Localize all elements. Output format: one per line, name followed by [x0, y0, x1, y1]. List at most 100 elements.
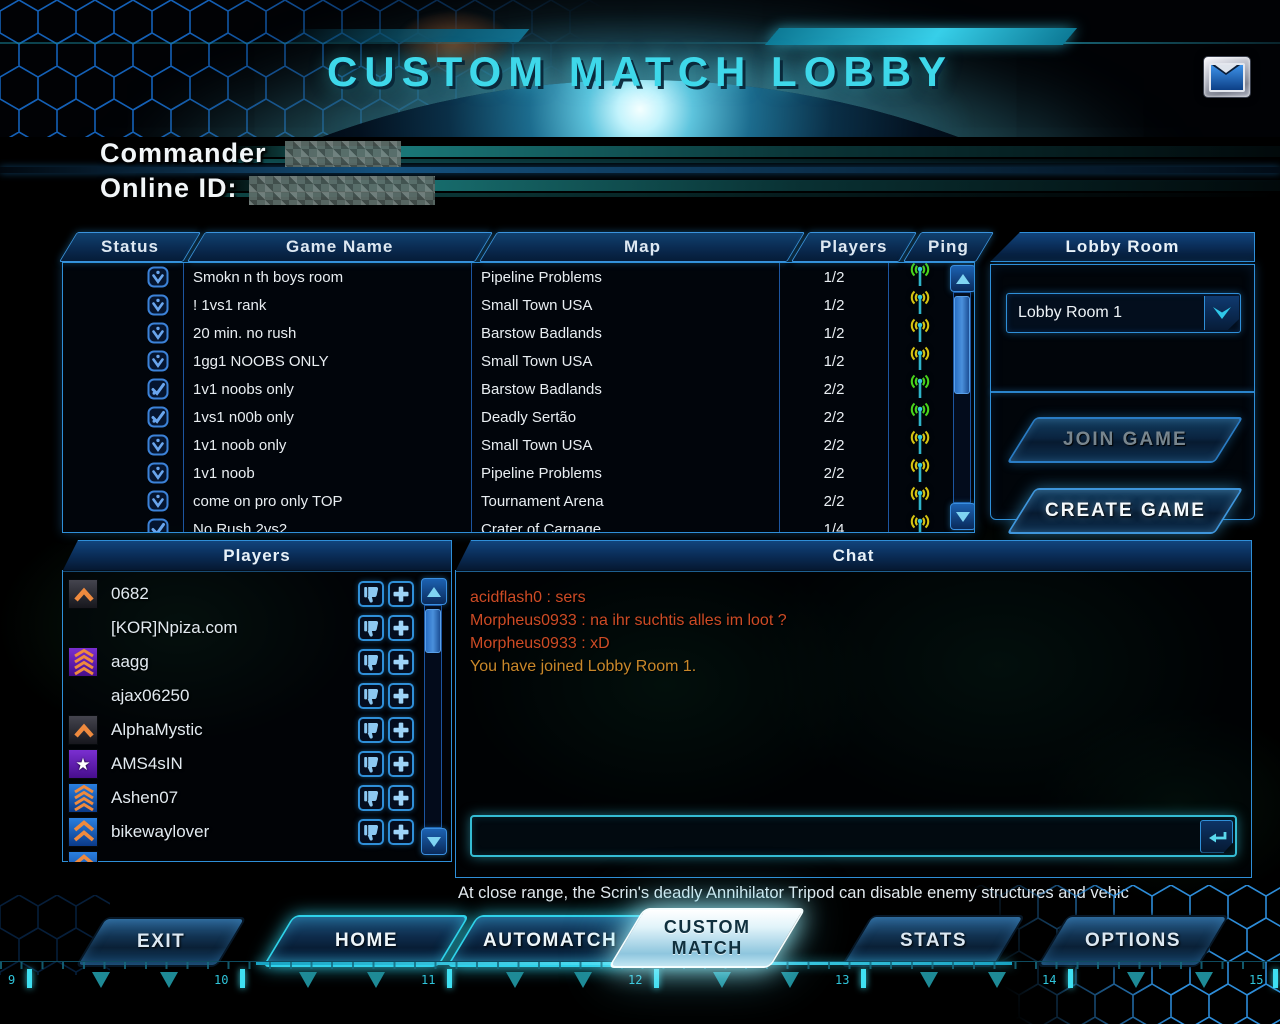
game-name: Smokn n th boys room: [184, 263, 472, 291]
table-row[interactable]: 1v1 noob Pipeline Problems 2/2: [63, 458, 974, 487]
ruler-triangle: [781, 972, 799, 988]
player-row[interactable]: 0682: [68, 577, 414, 611]
ruler-triangle: [506, 972, 524, 988]
thumbs-down-button[interactable]: [358, 683, 384, 709]
deco-bar-left: [290, 29, 530, 42]
lobby-room-header: Lobby Room: [990, 232, 1255, 262]
ruler-triangle: [1127, 972, 1145, 988]
message-button[interactable]: [1203, 56, 1251, 98]
table-row[interactable]: No Rush 2vs2 Crater of Carnage 1/4: [63, 514, 974, 532]
table-row[interactable]: 1vs1 n00b only Deadly Sertão 2/2: [63, 402, 974, 432]
thumbs-down-button[interactable]: [358, 751, 384, 777]
scroll-up-button[interactable]: [421, 578, 447, 605]
star-icon: ★: [75, 754, 91, 774]
players-body: 0682 [KOR]Npiza.com aagg ajax06250 Alpha…: [62, 570, 452, 862]
send-message-button[interactable]: [1200, 819, 1233, 853]
player-row[interactable]: AlphaMystic: [68, 713, 414, 747]
thumbs-down-button[interactable]: [358, 717, 384, 743]
ruler-triangle: [92, 972, 110, 988]
chat-input[interactable]: [472, 817, 1200, 855]
thumbs-down-button[interactable]: [358, 819, 384, 845]
column-header-game-name: Game Name: [186, 232, 494, 262]
chat-title: Chat: [832, 546, 875, 565]
lobby-room-select[interactable]: Lobby Room 1: [1006, 293, 1241, 333]
player-row[interactable]: ★ AMS4sIN: [68, 747, 414, 781]
game-status-icon: [147, 406, 169, 428]
ruler-label: 14: [1042, 973, 1057, 987]
game-status-icon: [147, 490, 169, 512]
envelope-icon: [1209, 62, 1245, 92]
add-friend-button[interactable]: [388, 785, 414, 811]
table-row[interactable]: come on pro only TOP Tournament Arena 2/…: [63, 486, 974, 515]
thumbs-down-button[interactable]: [358, 581, 384, 607]
ping-icon: [909, 514, 931, 532]
table-row[interactable]: ! 1vs1 rank Small Town USA 1/2: [63, 290, 974, 319]
ruler-marker: [240, 969, 245, 988]
scrollbar-thumb[interactable]: [954, 296, 970, 394]
chat-header: Chat: [455, 540, 1252, 572]
add-friend-button[interactable]: [388, 683, 414, 709]
add-friend-button[interactable]: [388, 581, 414, 607]
scroll-down-button[interactable]: [950, 503, 974, 530]
scroll-down-button[interactable]: [421, 828, 447, 855]
chat-body: acidflash0 : sers Morpheus0933 : na ihr …: [455, 570, 1252, 878]
player-row[interactable]: [KOR]Npiza.com: [68, 611, 414, 645]
chat-message: Morpheus0933 : na ihr suchtis alles im l…: [470, 612, 787, 629]
player-row[interactable]: bikewaylover: [68, 815, 414, 849]
player-name: AMS4sIN: [111, 754, 183, 773]
lobby-room-panel: Lobby Room Lobby Room 1 JOIN GAME CREATE…: [990, 232, 1255, 534]
player-row[interactable]: aagg: [68, 645, 414, 679]
game-map: Deadly Sertão: [472, 403, 780, 431]
thumbs-down-button[interactable]: [358, 649, 384, 675]
table-row[interactable]: 1gg1 NOOBS ONLY Small Town USA 1/2: [63, 346, 974, 375]
table-row[interactable]: 20 min. no rush Barstow Badlands 1/2: [63, 318, 974, 348]
ruler-triangle: [160, 972, 178, 988]
game-status-icon: [147, 266, 169, 288]
game-name: come on pro only TOP: [184, 487, 472, 515]
enter-icon: [1207, 830, 1227, 844]
add-friend-button[interactable]: [388, 819, 414, 845]
dropdown-button[interactable]: [1204, 296, 1239, 330]
game-name: 1v1 noobs only: [184, 375, 472, 403]
nav-home-button[interactable]: HOME: [262, 915, 470, 967]
game-map: Tournament Arena: [472, 487, 780, 515]
scrollbar-thumb[interactable]: [425, 609, 441, 653]
rank-icon: [68, 851, 98, 862]
game-players-count: 1/2: [780, 291, 889, 319]
chat-message: You have joined Lobby Room 1.: [470, 658, 697, 675]
player-name: bikewaylover: [111, 822, 210, 841]
add-friend-button[interactable]: [388, 751, 414, 777]
table-row[interactable]: Smokn n th boys room Pipeline Problems 1…: [63, 263, 974, 291]
game-players-count: 2/2: [780, 375, 889, 403]
panel-divider: [991, 391, 1254, 393]
ping-icon: [909, 318, 931, 348]
table-row[interactable]: 1v1 noob only Small Town USA 2/2: [63, 430, 974, 459]
rank-icon: ★: [68, 749, 98, 779]
create-game-button[interactable]: CREATE GAME: [1006, 488, 1244, 534]
game-players-count: 2/2: [780, 403, 889, 431]
scroll-up-button[interactable]: [950, 265, 974, 292]
nav-exit-button[interactable]: EXIT: [74, 917, 248, 967]
game-map: Barstow Badlands: [472, 319, 780, 347]
nav-stats-button[interactable]: STATS: [840, 915, 1026, 967]
rank-icon: [68, 579, 98, 609]
add-friend-button[interactable]: [388, 717, 414, 743]
game-map: Pipeline Problems: [472, 459, 780, 487]
player-row[interactable]: [68, 849, 414, 862]
thumbs-down-button[interactable]: [358, 785, 384, 811]
player-row[interactable]: Ashen07: [68, 781, 414, 815]
add-friend-button[interactable]: [388, 615, 414, 641]
nav-custom-match-button[interactable]: CUSTOM MATCH: [607, 908, 807, 968]
table-row[interactable]: 1v1 noobs only Barstow Badlands 2/2: [63, 374, 974, 403]
game-list-table: Status Game Name Map Players Ping Smokn …: [58, 232, 995, 533]
column-header-players: Players: [790, 232, 918, 262]
player-row[interactable]: ajax06250: [68, 679, 414, 713]
join-game-button[interactable]: JOIN GAME: [1006, 417, 1244, 463]
game-status-icon: [147, 378, 169, 400]
ping-icon: [909, 402, 931, 432]
add-friend-button[interactable]: [388, 649, 414, 675]
thumbs-down-button[interactable]: [358, 615, 384, 641]
game-status-icon: [147, 294, 169, 316]
chat-message: Morpheus0933 : xD: [470, 635, 610, 652]
nav-options-button[interactable]: OPTIONS: [1036, 915, 1230, 967]
